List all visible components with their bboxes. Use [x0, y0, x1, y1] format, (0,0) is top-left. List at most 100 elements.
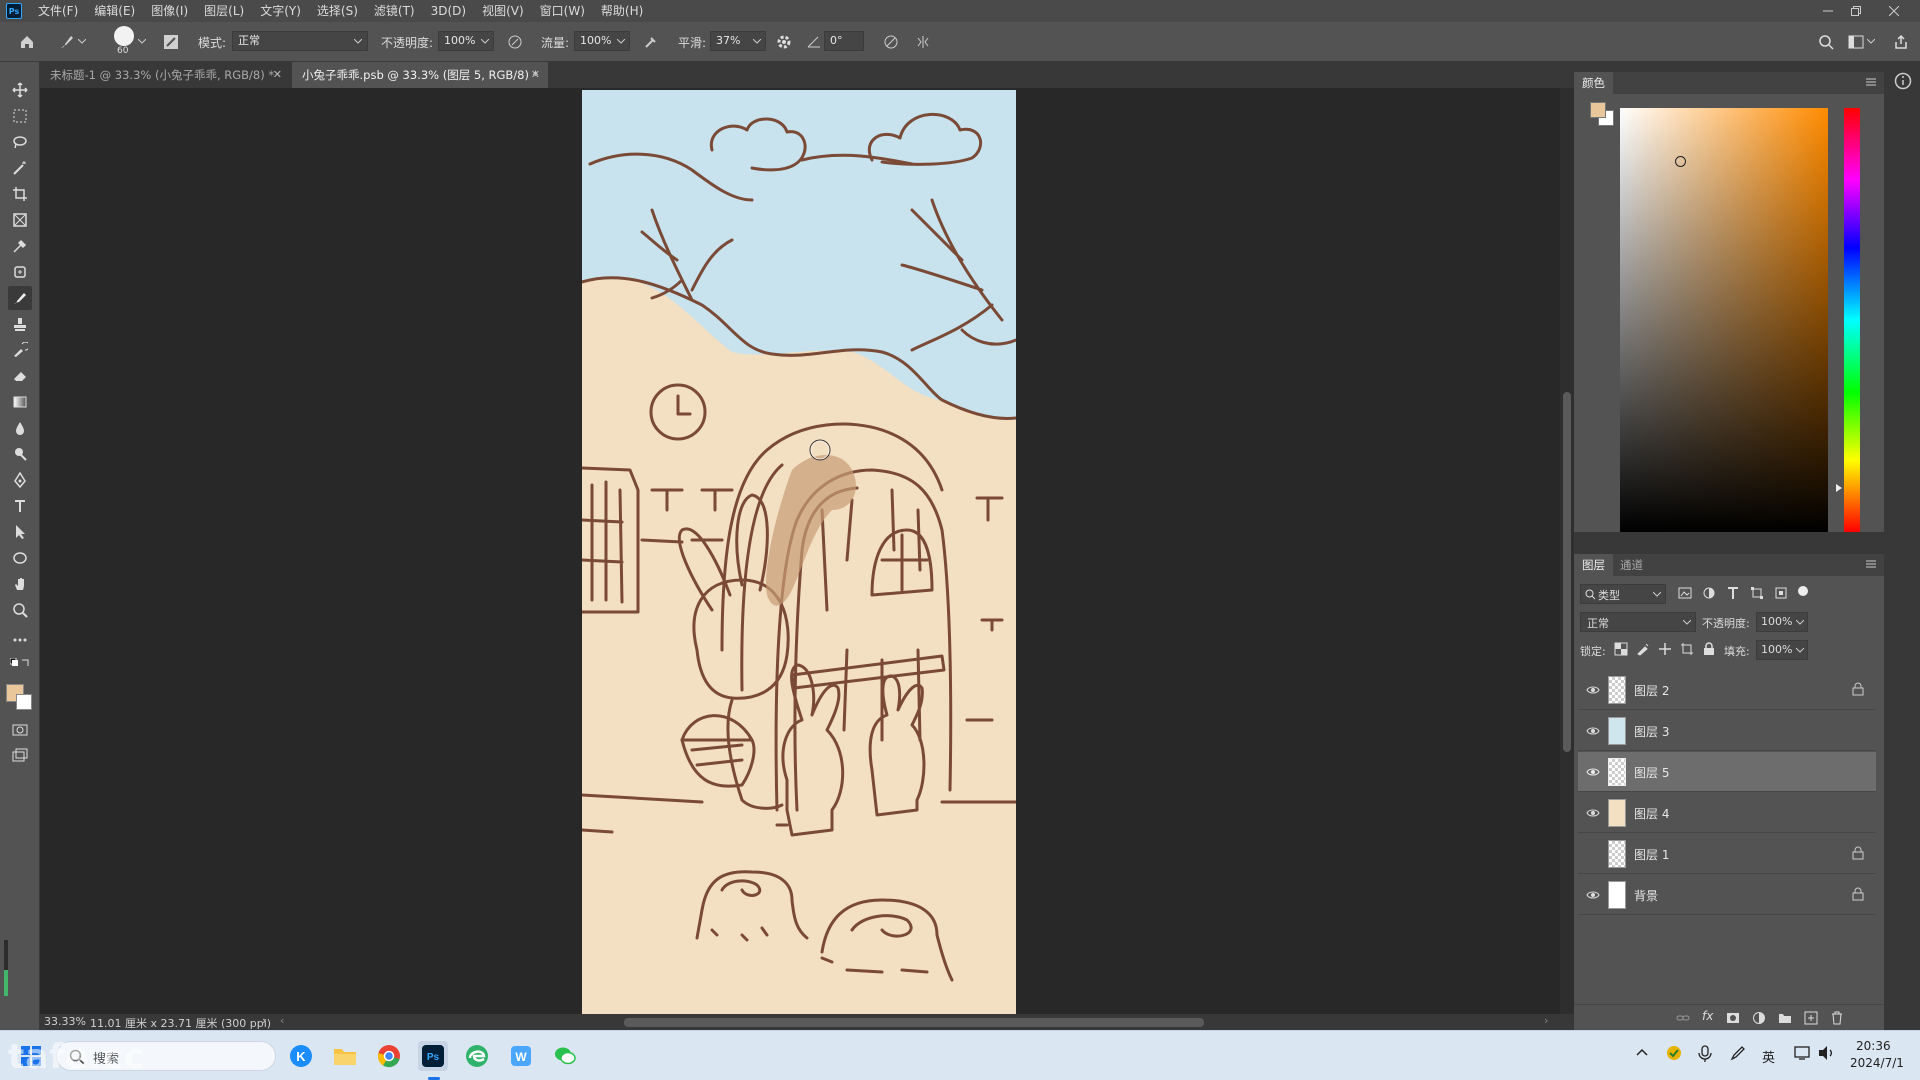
- restore-icon[interactable]: [1842, 0, 1870, 22]
- panel-menu-icon[interactable]: [1866, 560, 1876, 568]
- new-adjustment-layer-icon[interactable]: [1752, 1011, 1766, 1025]
- marquee-tool-icon[interactable]: [8, 104, 32, 128]
- saturation-brightness-field[interactable]: [1620, 108, 1828, 532]
- history-brush-tool-icon[interactable]: [8, 338, 32, 362]
- home-icon[interactable]: [16, 31, 38, 53]
- blend-mode-select[interactable]: 正常: [1580, 612, 1696, 632]
- visibility-eye-icon[interactable]: [1586, 683, 1600, 697]
- move-tool-icon[interactable]: [8, 78, 32, 102]
- fill-input[interactable]: 100%: [1756, 640, 1808, 660]
- close-tab-icon[interactable]: ✕: [273, 62, 282, 88]
- crop-tool-icon[interactable]: [8, 182, 32, 206]
- menu-select[interactable]: 选择(S): [309, 0, 366, 22]
- brush-tip-preview[interactable]: [114, 26, 134, 46]
- close-window-icon[interactable]: [1880, 0, 1908, 22]
- chevron-down-icon[interactable]: [1866, 31, 1876, 53]
- delete-layer-trash-icon[interactable]: [1830, 1011, 1844, 1025]
- pen-tray-icon[interactable]: [1730, 1045, 1746, 1061]
- filter-smart-object-icon[interactable]: [1774, 586, 1788, 600]
- volume-icon[interactable]: [1818, 1045, 1836, 1061]
- wechat-app-icon[interactable]: [550, 1041, 580, 1071]
- mode-select[interactable]: 正常: [232, 31, 368, 51]
- eyedropper-tool-icon[interactable]: [8, 234, 32, 258]
- symmetry-icon[interactable]: [912, 31, 934, 53]
- hue-slider[interactable]: [1844, 108, 1860, 532]
- taskbar-time[interactable]: 20:36: [1856, 1039, 1891, 1053]
- panel-menu-icon[interactable]: [1866, 78, 1876, 86]
- share-icon[interactable]: [1890, 31, 1912, 53]
- filter-shape-icon[interactable]: [1750, 586, 1764, 600]
- menu-edit[interactable]: 编辑(E): [86, 0, 143, 22]
- network-icon[interactable]: [1794, 1045, 1812, 1061]
- visibility-eye-icon[interactable]: [1586, 765, 1600, 779]
- layer-row[interactable]: 背景: [1578, 875, 1876, 915]
- quick-mask-icon[interactable]: [8, 718, 32, 742]
- document-tab-active[interactable]: 小兔子乖乖.psb @ 33.3% (图层 5, RGB/8) * ✕: [292, 62, 548, 88]
- tray-app-icon[interactable]: [1666, 1045, 1682, 1061]
- layer-row[interactable]: 图层 2: [1578, 670, 1876, 710]
- new-layer-icon[interactable]: [1804, 1011, 1818, 1025]
- pressure-opacity-icon[interactable]: [504, 31, 526, 53]
- smoothing-input[interactable]: 37%: [710, 31, 766, 51]
- frame-tool-icon[interactable]: [8, 208, 32, 232]
- hand-tool-icon[interactable]: [8, 572, 32, 596]
- horizontal-scroll-thumb[interactable]: [624, 1018, 1204, 1027]
- file-explorer-icon[interactable]: [330, 1041, 360, 1071]
- lock-transparent-icon[interactable]: [1614, 642, 1628, 656]
- path-selection-tool-icon[interactable]: [8, 520, 32, 544]
- healing-brush-tool-icon[interactable]: [8, 260, 32, 284]
- layer-row[interactable]: 图层 4: [1578, 793, 1876, 833]
- layer-row[interactable]: 图层 1: [1578, 834, 1876, 874]
- chrome-browser-icon[interactable]: [374, 1041, 404, 1071]
- lasso-tool-icon[interactable]: [8, 130, 32, 154]
- zoom-level[interactable]: 33.33%: [44, 1015, 86, 1028]
- filter-adjustment-icon[interactable]: [1702, 586, 1716, 600]
- lock-all-icon[interactable]: [1702, 642, 1716, 656]
- edge-browser-icon[interactable]: [462, 1041, 492, 1071]
- brush-tool-icon[interactable]: [8, 286, 32, 310]
- eraser-tool-icon[interactable]: [8, 364, 32, 388]
- filter-pixel-icon[interactable]: [1678, 586, 1692, 600]
- dodge-tool-icon[interactable]: [8, 442, 32, 466]
- menu-window[interactable]: 窗口(W): [532, 0, 593, 22]
- color-panel-tab[interactable]: 颜色: [1574, 72, 1613, 94]
- kugou-app-icon[interactable]: K: [286, 1041, 316, 1071]
- pen-tool-icon[interactable]: [8, 468, 32, 492]
- visibility-toggle-off[interactable]: [1586, 847, 1600, 861]
- minimize-icon[interactable]: [1814, 0, 1842, 22]
- brush-settings-icon[interactable]: [160, 31, 182, 53]
- new-group-folder-icon[interactable]: [1778, 1011, 1792, 1025]
- close-tab-icon[interactable]: ✕: [531, 62, 540, 88]
- document-tab-untitled[interactable]: 未标题-1 @ 33.3% (小兔子乖乖, RGB/8) * ✕: [40, 62, 290, 88]
- layer-filter-select[interactable]: 类型: [1580, 584, 1666, 604]
- input-method-indicator[interactable]: 英: [1762, 1047, 1775, 1066]
- airbrush-icon[interactable]: [640, 31, 662, 53]
- link-layers-icon[interactable]: [1676, 1011, 1690, 1025]
- tray-overflow-chevron-icon[interactable]: [1636, 1047, 1648, 1057]
- visibility-eye-icon[interactable]: [1586, 806, 1600, 820]
- filter-type-icon[interactable]: [1726, 586, 1740, 600]
- angle-input[interactable]: 0°: [824, 31, 864, 51]
- gradient-tool-icon[interactable]: [8, 390, 32, 414]
- document-canvas[interactable]: [582, 90, 1016, 1014]
- menu-image[interactable]: 图像(I): [143, 0, 196, 22]
- visibility-eye-icon[interactable]: [1586, 724, 1600, 738]
- lock-position-icon[interactable]: [1658, 642, 1672, 656]
- menu-3d[interactable]: 3D(D): [423, 0, 474, 22]
- chevron-down-icon[interactable]: [136, 31, 148, 53]
- status-chevron-right-icon[interactable]: ›: [262, 1014, 266, 1027]
- scroll-right-icon[interactable]: ›: [1544, 1014, 1548, 1027]
- channels-tab[interactable]: 通道: [1612, 554, 1651, 576]
- menu-filter[interactable]: 滤镜(T): [366, 0, 423, 22]
- brush-preset-icon[interactable]: [56, 31, 78, 53]
- vertical-scroll-thumb[interactable]: [1563, 392, 1571, 752]
- layer-row[interactable]: 图层 3: [1578, 711, 1876, 751]
- add-mask-icon[interactable]: [1726, 1011, 1740, 1025]
- layer-opacity-input[interactable]: 100%: [1756, 612, 1808, 632]
- layer-row-selected[interactable]: 图层 5: [1578, 752, 1876, 792]
- screen-mode-icon[interactable]: [8, 744, 32, 768]
- layer-style-fx-icon[interactable]: fx: [1702, 1009, 1713, 1023]
- layers-tab[interactable]: 图层: [1574, 554, 1613, 576]
- visibility-eye-icon[interactable]: [1586, 888, 1600, 902]
- word-app-icon[interactable]: W: [506, 1041, 536, 1071]
